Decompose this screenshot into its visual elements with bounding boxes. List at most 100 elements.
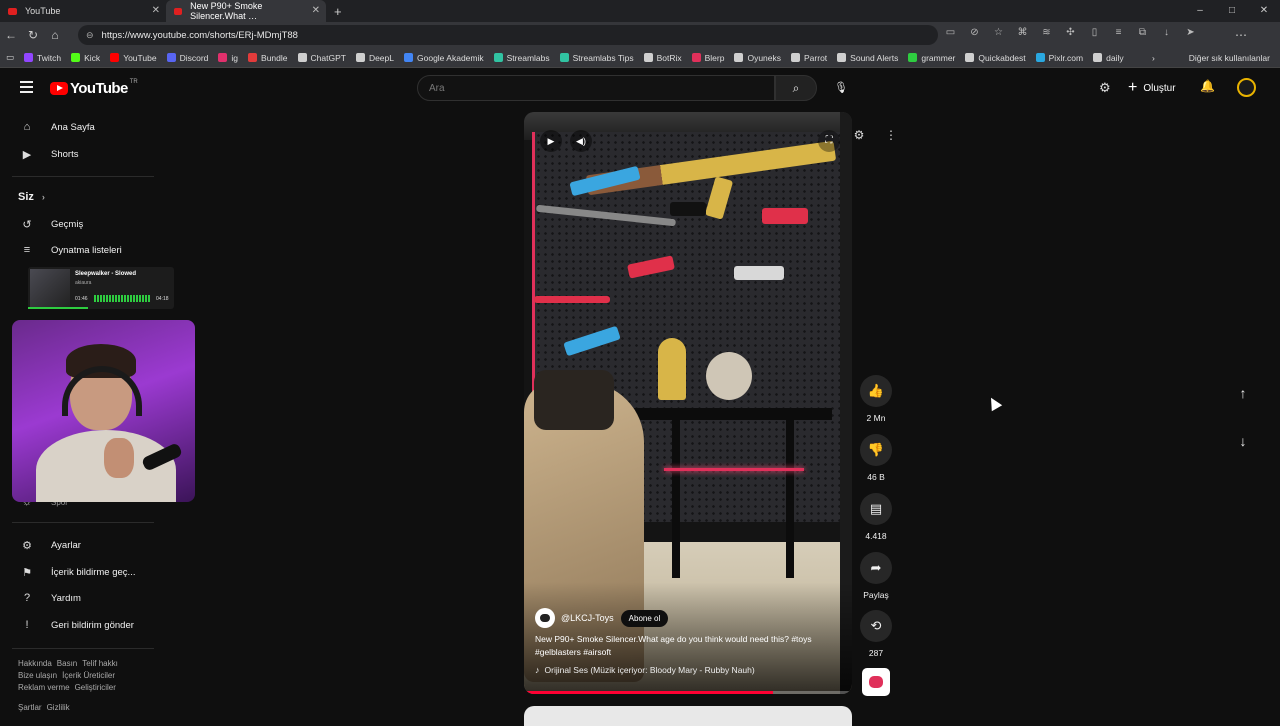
- tracking-icon[interactable]: ⊘: [968, 27, 981, 38]
- share-action[interactable]: ➦ Paylaş: [860, 552, 892, 600]
- create-button[interactable]: + Oluştur: [1128, 76, 1176, 100]
- collections-icon[interactable]: ⧉: [1136, 27, 1149, 38]
- remix-icon[interactable]: ⟲: [860, 610, 892, 642]
- menu-dots-icon[interactable]: ⋯: [1230, 28, 1252, 42]
- footer-link[interactable]: Bize ulaşın: [18, 671, 57, 680]
- url-field[interactable]: ⊖ https://www.youtube.com/shorts/ERj-MDm…: [78, 25, 938, 45]
- volume-icon[interactable]: ◀): [570, 130, 592, 152]
- install-app-icon[interactable]: ▭: [944, 27, 957, 38]
- close-window-button[interactable]: ✕: [1248, 0, 1280, 22]
- new-tab-button[interactable]: +: [334, 4, 342, 19]
- bookmark-item[interactable]: Bundle: [248, 53, 288, 63]
- send-icon[interactable]: ➤: [1184, 27, 1197, 38]
- favorite-star-icon[interactable]: ☆: [992, 27, 1005, 38]
- reload-button[interactable]: ↻: [22, 28, 44, 42]
- footer-link[interactable]: Telif hakkı: [82, 659, 118, 668]
- bookmarks-overflow-chevron-icon[interactable]: ›: [1152, 53, 1155, 63]
- minimize-button[interactable]: –: [1184, 0, 1216, 22]
- bookmark-item[interactable]: daily: [1093, 53, 1124, 63]
- voice-search-icon[interactable]: 🎙: [830, 77, 852, 99]
- dislike-icon[interactable]: 👎: [860, 434, 892, 466]
- bookmark-item[interactable]: Kick: [71, 53, 100, 63]
- bookmark-item[interactable]: Sound Alerts: [837, 53, 898, 63]
- footer-link[interactable]: Hakkında: [18, 659, 52, 668]
- fullscreen-icon[interactable]: ⛶: [818, 130, 840, 152]
- like-icon[interactable]: 👍: [860, 375, 892, 407]
- tab-youtube[interactable]: YouTube ✕: [0, 0, 166, 22]
- comment-action[interactable]: ▤ 4.418: [860, 493, 892, 541]
- bookmark-item[interactable]: DeepL: [355, 53, 394, 63]
- bookmark-item[interactable]: Oyuneks: [734, 53, 781, 63]
- bookmark-item[interactable]: Pixlr.com: [1035, 53, 1083, 63]
- sidebar-item-shorts[interactable]: ▶ Shorts: [0, 141, 160, 167]
- channel-name[interactable]: @LKCJ-Toys: [561, 613, 614, 623]
- audio-extension-icon[interactable]: ≋: [1040, 27, 1053, 38]
- search-box[interactable]: [417, 75, 775, 101]
- account-avatar[interactable]: [1237, 78, 1256, 97]
- youtube-logo[interactable]: YouTube TR: [50, 79, 138, 97]
- download-icon[interactable]: ↓: [1160, 27, 1173, 38]
- bookmark-item[interactable]: Parrot: [791, 53, 827, 63]
- bookmark-item[interactable]: Quickabdest: [965, 53, 1026, 63]
- home-button[interactable]: ⌂: [44, 28, 66, 42]
- video-progress-bar[interactable]: [524, 691, 852, 694]
- bookmark-item[interactable]: Twitch: [24, 53, 61, 63]
- share-icon[interactable]: ➦: [860, 552, 892, 584]
- puzzle-extension-icon[interactable]: ✣: [1064, 27, 1077, 38]
- sidebar-item-feedback[interactable]: ! Geri bildirim gönder: [0, 612, 160, 638]
- shorts-video-player[interactable]: ▶ ◀) ⛶ @LKCJ-Toys Abone ol New P90+ Smok…: [524, 112, 852, 694]
- favorites-list-icon[interactable]: ≡: [1112, 27, 1125, 38]
- bookmark-item[interactable]: ig: [218, 53, 238, 63]
- sound-thumbnail[interactable]: [862, 668, 890, 696]
- sidebar-item-history[interactable]: ↺ Geçmiş: [0, 211, 160, 237]
- search-input[interactable]: [418, 76, 774, 100]
- hamburger-menu-icon[interactable]: [20, 81, 33, 96]
- remix-action[interactable]: ⟲ 287: [860, 610, 892, 658]
- bookmark-item[interactable]: Discord: [166, 53, 208, 63]
- game-extension-icon[interactable]: ⌘: [1016, 27, 1029, 38]
- play-icon[interactable]: ▶: [540, 130, 562, 152]
- notifications-bell-icon[interactable]: 🔔: [1200, 79, 1215, 93]
- sidebar-item-report-history[interactable]: ⚑ İçerik bildirme geç...: [0, 559, 160, 585]
- back-button[interactable]: ←: [0, 28, 22, 42]
- sidebar-item-settings[interactable]: ⚙ Ayarlar: [0, 532, 160, 558]
- sidebar-item-home[interactable]: ⌂ Ana Sayfa: [0, 114, 160, 140]
- close-tab-icon[interactable]: ✕: [312, 5, 320, 16]
- bookmark-item[interactable]: Streamlabs: [493, 53, 550, 63]
- bookmark-item[interactable]: ChatGPT: [297, 53, 346, 63]
- next-short-preview[interactable]: [524, 706, 852, 726]
- bookmark-item[interactable]: grammer: [908, 53, 955, 63]
- bookmark-item[interactable]: Streamlabs Tips: [559, 53, 634, 63]
- footer-link[interactable]: Şartlar: [18, 703, 42, 712]
- subscribe-button[interactable]: Abone ol: [620, 609, 669, 627]
- channel-avatar[interactable]: [535, 608, 555, 628]
- apps-icon[interactable]: ▭: [6, 52, 14, 63]
- sidebar-item-help[interactable]: ? Yardım: [0, 585, 160, 611]
- video-sound-row[interactable]: ♪ Orijinal Ses (Müzik içeriyor: Bloody M…: [535, 665, 755, 675]
- footer-link[interactable]: Reklam verme: [18, 683, 70, 692]
- you-section-heading[interactable]: Siz ›: [18, 191, 45, 203]
- dislike-action[interactable]: 👎 46 B: [860, 434, 892, 482]
- tab-short-video[interactable]: New P90+ Smoke Silencer.What … ✕: [166, 0, 326, 22]
- bookmark-item[interactable]: Blerp: [691, 53, 724, 63]
- bookmark-item[interactable]: YouTube: [110, 53, 157, 63]
- bookmark-item[interactable]: BotRix: [643, 53, 682, 63]
- footer-link[interactable]: İçerik Üreticiler: [62, 671, 115, 680]
- footer-link[interactable]: Gizlilik: [47, 703, 70, 712]
- footer-link[interactable]: Geliştiriciler: [75, 683, 116, 692]
- comment-icon[interactable]: ▤: [860, 493, 892, 525]
- video-title[interactable]: New P90+ Smoke Silencer.What age do you …: [535, 633, 840, 659]
- next-short-arrow-icon[interactable]: ↓: [1230, 428, 1256, 454]
- like-action[interactable]: 👍 2 Mn: [860, 375, 892, 423]
- maximize-button[interactable]: □: [1216, 0, 1248, 22]
- sidebar-item-playlists[interactable]: ≡ Oynatma listeleri: [0, 237, 160, 263]
- close-tab-icon[interactable]: ✕: [152, 5, 160, 16]
- settings-gear-icon[interactable]: ⚙: [849, 128, 869, 142]
- other-bookmarks-folder[interactable]: Diğer sık kullanılanlar: [1189, 48, 1270, 68]
- split-screen-icon[interactable]: ▯: [1088, 27, 1101, 38]
- site-info-icon[interactable]: ⊖: [86, 30, 94, 41]
- footer-link[interactable]: Basın: [57, 659, 77, 668]
- bookmark-item[interactable]: Google Akademik: [404, 53, 484, 63]
- previous-short-arrow-icon[interactable]: ↑: [1230, 380, 1256, 406]
- more-options-icon[interactable]: ⋮: [881, 128, 901, 142]
